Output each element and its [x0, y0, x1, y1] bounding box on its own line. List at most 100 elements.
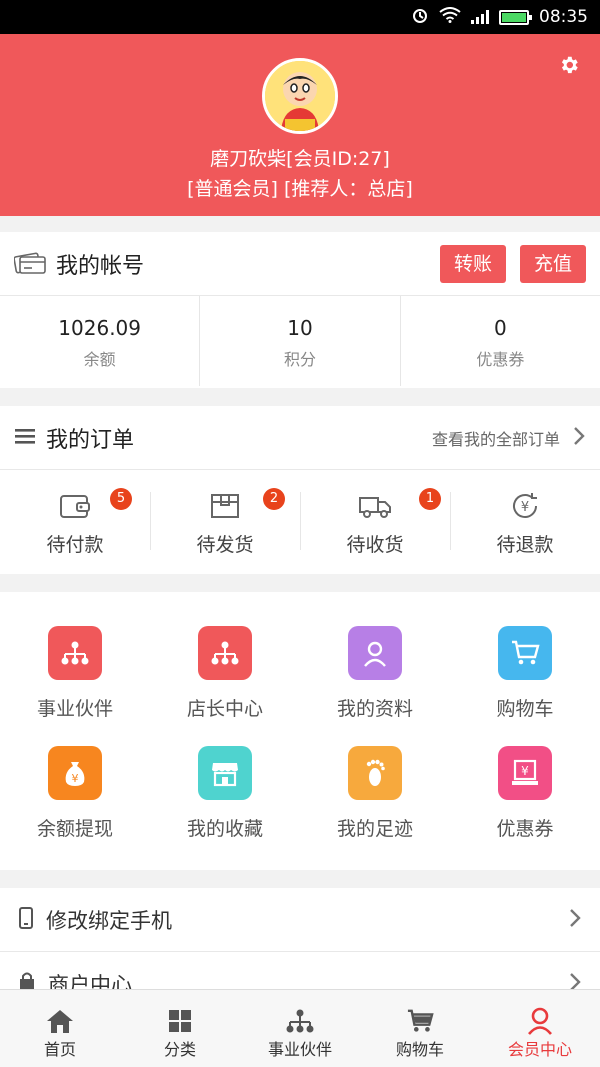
feature-favorites[interactable]: 我的收藏 — [150, 746, 300, 866]
tab-member-center[interactable]: 会员中心 — [480, 990, 600, 1067]
recharge-button[interactable]: 充值 — [519, 244, 586, 283]
tab-category[interactable]: 分类 — [120, 990, 240, 1067]
stat-label: 优惠券 — [476, 350, 525, 369]
order-pending-payment[interactable]: 5 待付款 — [0, 470, 150, 574]
user-name: 磨刀砍柴[会员ID:27] — [210, 148, 390, 170]
stat-points[interactable]: 10 积分 — [200, 296, 401, 386]
feature-partner[interactable]: 事业伙伴 — [0, 626, 150, 746]
view-all-orders-link[interactable]: 查看我的全部订单 — [432, 426, 560, 450]
feature-my-profile[interactable]: 我的资料 — [300, 626, 450, 746]
feature-label: 事业伙伴 — [36, 698, 113, 720]
order-badge: 5 — [110, 488, 132, 510]
profile-header: 磨刀砍柴[会员ID:27] [普通会员] [推荐人：总店] — [0, 34, 600, 216]
network-icon — [240, 1006, 360, 1036]
order-label: 待付款 — [46, 534, 104, 556]
feature-label: 购物车 — [496, 698, 554, 720]
account-stats: 1026.09 余额 10 积分 0 优惠券 — [0, 296, 600, 386]
orders-card: 我的订单 查看我的全部订单 5 待付款 2 待发货 1 待收货 ¥ 待退款 — [0, 406, 600, 574]
tab-label: 分类 — [163, 1040, 196, 1059]
feature-label: 优惠券 — [496, 818, 554, 840]
tab-partner[interactable]: 事业伙伴 — [240, 990, 360, 1067]
feature-cart[interactable]: 购物车 — [450, 626, 600, 746]
menu-label: 商户中心 — [48, 973, 132, 989]
feature-coupon[interactable]: ¥ 优惠券 — [450, 746, 600, 866]
tab-label: 会员中心 — [507, 1040, 572, 1059]
feature-withdraw[interactable]: ¥ 余额提现 — [0, 746, 150, 866]
store-icon — [198, 746, 252, 800]
stat-label: 积分 — [283, 350, 316, 369]
moneybag-icon: ¥ — [48, 746, 102, 800]
account-card: 我的帐号 转账 充值 1026.09 余额 10 积分 0 优惠券 — [0, 232, 600, 388]
refund-icon: ¥ — [509, 493, 541, 524]
order-label: 待发货 — [196, 534, 254, 556]
tab-label: 事业伙伴 — [267, 1040, 332, 1059]
feature-label: 店长中心 — [186, 698, 263, 720]
footprint-icon — [348, 746, 402, 800]
order-pending-shipment[interactable]: 2 待发货 — [150, 470, 300, 574]
stat-coupons[interactable]: 0 优惠券 — [401, 296, 600, 386]
menu-merchant-center[interactable]: 商户中心 — [0, 952, 600, 989]
stat-balance[interactable]: 1026.09 余额 — [0, 296, 201, 386]
feature-label: 余额提现 — [36, 818, 113, 840]
bottom-tab-bar: 首页 分类 事业伙伴 购物车 会员中心 — [0, 989, 600, 1067]
menu-change-phone[interactable]: 修改绑定手机 — [0, 888, 600, 952]
user-icon — [348, 626, 402, 680]
user-role: [普通会员] [推荐人：总店] — [187, 178, 413, 200]
order-pending-receipt[interactable]: 1 待收货 — [300, 470, 450, 574]
tab-label: 购物车 — [395, 1040, 444, 1059]
feature-manager-center[interactable]: 店长中心 — [150, 626, 300, 746]
menu-list: 修改绑定手机 商户中心 — [0, 888, 600, 989]
tab-label: 首页 — [43, 1040, 76, 1059]
order-pending-refund[interactable]: ¥ 待退款 — [450, 470, 600, 574]
tab-home[interactable]: 首页 — [0, 990, 120, 1067]
wallet-icon — [59, 495, 91, 524]
status-time: 08:35 — [539, 7, 588, 27]
order-status-row: 5 待付款 2 待发货 1 待收货 ¥ 待退款 — [0, 470, 600, 574]
svg-text:¥: ¥ — [521, 500, 529, 515]
stat-label: 余额 — [83, 350, 116, 369]
svg-text:¥: ¥ — [521, 764, 529, 778]
account-title: 我的帐号 — [56, 253, 145, 279]
signal-icon — [471, 10, 489, 24]
orders-title: 我的订单 — [46, 427, 135, 453]
chevron-right-icon — [572, 425, 586, 451]
orders-header[interactable]: 我的订单 查看我的全部订单 — [0, 406, 600, 470]
chevron-right-icon — [568, 907, 582, 933]
cart-icon — [360, 1006, 480, 1036]
stat-value: 0 — [493, 316, 507, 340]
feature-label: 我的收藏 — [186, 818, 263, 840]
order-label: 待退款 — [496, 534, 554, 556]
wallet-card-icon — [13, 249, 46, 279]
tab-cart[interactable]: 购物车 — [360, 990, 480, 1067]
coupon-icon: ¥ — [498, 746, 552, 800]
package-icon — [209, 494, 241, 524]
network-icon — [48, 626, 102, 680]
status-bar: 08:35 — [0, 0, 600, 34]
avatar[interactable] — [262, 58, 338, 134]
grid-icon — [120, 1006, 240, 1036]
order-badge: 1 — [419, 488, 441, 510]
network-icon — [198, 626, 252, 680]
account-header: 我的帐号 转账 充值 — [0, 232, 600, 296]
feature-grid-card: 事业伙伴 店长中心 我的资料 购物车 ¥ 余额提现 我的收藏 我的足迹 ¥ 优惠… — [0, 592, 600, 870]
chevron-right-icon — [568, 971, 582, 989]
order-badge: 2 — [263, 488, 285, 510]
feature-footprint[interactable]: 我的足迹 — [300, 746, 450, 866]
feature-label: 我的足迹 — [336, 818, 413, 840]
alarm-icon — [411, 6, 429, 29]
shop-icon — [18, 971, 36, 989]
list-icon — [14, 427, 36, 449]
order-label: 待收货 — [346, 534, 404, 556]
home-icon — [0, 1006, 120, 1036]
menu-label: 修改绑定手机 — [46, 908, 172, 933]
feature-grid: 事业伙伴 店长中心 我的资料 购物车 ¥ 余额提现 我的收藏 我的足迹 ¥ 优惠… — [0, 592, 600, 866]
settings-gear-icon[interactable] — [558, 54, 580, 76]
wifi-icon — [439, 6, 461, 28]
user-icon — [480, 1006, 600, 1036]
stat-value: 1026.09 — [58, 316, 142, 340]
feature-label: 我的资料 — [336, 698, 413, 720]
transfer-button[interactable]: 转账 — [439, 244, 506, 283]
battery-icon — [499, 9, 532, 25]
phone-icon — [18, 906, 34, 933]
svg-text:¥: ¥ — [72, 772, 79, 785]
